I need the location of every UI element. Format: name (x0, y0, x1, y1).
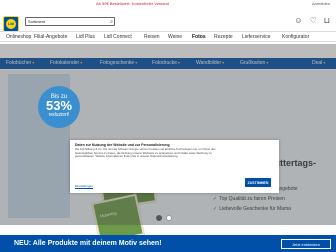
free-shipping-notice: Ab 59€ Bestellwert: Kostenfreier Versand (96, 1, 169, 6)
carousel-dots (156, 215, 172, 221)
nav-item-onlineshop[interactable]: Onlineshop (6, 34, 31, 40)
top-bar: Ab 59€ Bestellwert: Kostenfreier Versand… (0, 0, 336, 7)
nav-item-reisen[interactable]: Reisen (144, 34, 160, 40)
cookie-consent-dialog: Daten zur Nutzung der Website und zur Pe… (70, 140, 279, 193)
modal-overlay (0, 44, 336, 225)
search-category-label: Sortiment (28, 19, 46, 24)
promo-text: NEU: Alle Produkte mit deinem Motiv sehe… (14, 240, 162, 247)
carousel-dot-2[interactable] (166, 215, 172, 221)
promo-strip: NEU: Alle Produkte mit deinem Motiv sehe… (0, 235, 336, 252)
consent-settings-link[interactable]: Einstellungen (75, 184, 93, 188)
nav-item-fotos[interactable]: Fotos (192, 34, 206, 40)
header: Lidl Sortiment ⌕ ☺ ♡ ⊔ (0, 7, 336, 32)
search-input[interactable]: Sortiment ⌕ (25, 17, 115, 26)
heart-icon[interactable]: ♡ (310, 16, 317, 25)
search-icon[interactable]: ⌕ (110, 19, 113, 25)
cart-icon[interactable]: ⊔ (324, 16, 330, 25)
nav-item-lidl-connect[interactable]: Lidl Connect (104, 34, 132, 40)
lidl-logo[interactable]: Lidl (3, 16, 19, 32)
nav-item-filial-angebote[interactable]: Filial-Angebote (34, 34, 67, 40)
nav-item-rezepte[interactable]: Rezepte (214, 34, 233, 40)
discount-badge: Bis zu 53% reduziert! (38, 86, 80, 128)
badge-suffix: reduziert! (48, 112, 70, 118)
badge-value: 53% (45, 98, 73, 113)
nav-item-weine[interactable]: Weine (168, 34, 182, 40)
accept-button[interactable]: ZUSTIMMEN (245, 178, 271, 187)
header-icons: ☺ ♡ ⊔ (294, 16, 330, 25)
consent-body: Die Lidl Stiftung & Co. KG und die Schwa… (75, 147, 216, 159)
promo-button[interactable]: Jetzt entdecken (281, 239, 331, 249)
nav-item-lidl-plus[interactable]: Lidl Plus (76, 34, 95, 40)
user-icon[interactable]: ☺ (294, 16, 302, 25)
nav-item-konfigurator[interactable]: Konfigurator (282, 34, 309, 40)
nav-item-lieferservice[interactable]: Lieferservice (242, 34, 270, 40)
logo-text: Lidl (6, 19, 16, 29)
main-nav: Onlineshop Filial-Angebote Lidl Plus Lid… (0, 31, 336, 42)
carousel-dot-1[interactable] (156, 215, 162, 221)
login-link[interactable]: Anmelden (312, 1, 330, 6)
